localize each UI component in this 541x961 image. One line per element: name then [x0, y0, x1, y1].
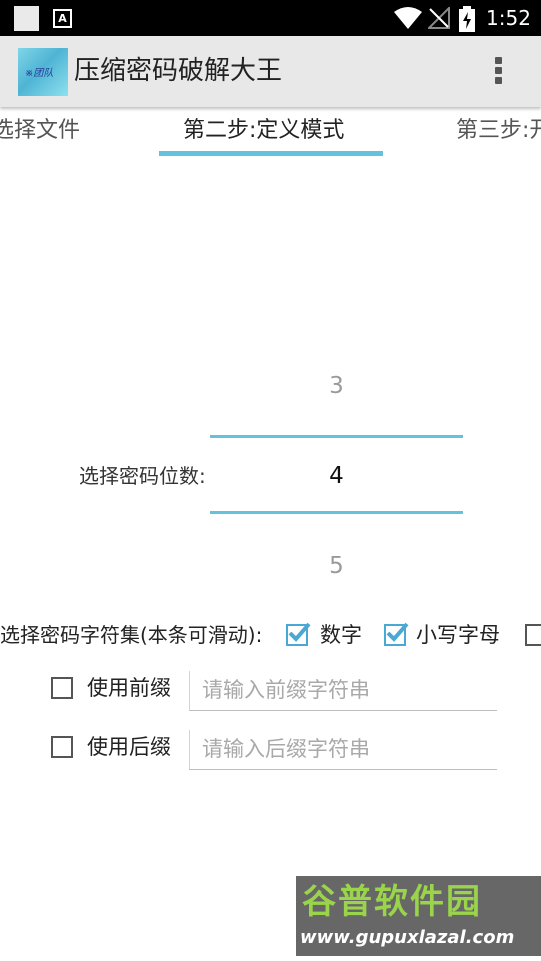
use-suffix-label[interactable]: 使用后缀	[87, 731, 171, 763]
picker-previous-value[interactable]: 3	[210, 368, 463, 404]
prefix-input[interactable]	[202, 673, 492, 707]
app-title: 压缩密码破解大王	[74, 56, 283, 86]
use-suffix-checkbox[interactable]	[51, 736, 73, 758]
app-screen: A 1:52 ※团队 压缩密码破解大王 选择文件 第二步:定义模式 第三步:开 …	[0, 0, 541, 961]
digits-checkbox-label[interactable]: 数字	[320, 619, 362, 651]
digits-checkbox[interactable]	[286, 622, 311, 646]
next-charset-checkbox[interactable]	[525, 624, 541, 646]
use-prefix-label[interactable]: 使用前缀	[87, 672, 171, 704]
prefix-field	[189, 671, 497, 711]
tab-step-three[interactable]: 第三步:开	[456, 114, 541, 148]
charset-label: 选择密码字符集(本条可滑动):	[0, 623, 263, 647]
overflow-menu-icon[interactable]	[488, 55, 508, 89]
tab-selected-indicator	[159, 151, 383, 156]
lowercase-checkbox-label[interactable]: 小写字母	[416, 619, 500, 651]
picker-current-value[interactable]: 4	[210, 458, 463, 494]
suffix-field	[189, 730, 497, 770]
no-signal-icon	[428, 7, 450, 29]
watermark-title: 谷普软件园	[302, 882, 482, 922]
text-a-icon: A	[53, 9, 72, 28]
blank-square-icon	[14, 6, 39, 31]
suffix-input[interactable]	[202, 732, 492, 766]
status-bar: A 1:52	[0, 0, 541, 36]
app-bar: ※团队 压缩密码破解大王	[0, 36, 541, 107]
digits-picker-label: 选择密码位数:	[79, 464, 206, 488]
use-prefix-checkbox[interactable]	[51, 677, 73, 699]
battery-charging-icon	[459, 6, 475, 32]
app-logo-text: ※团队	[25, 68, 54, 79]
site-watermark: 谷普软件园 www.gupuxlazal.com	[296, 876, 541, 956]
checkmark-icon	[288, 622, 311, 642]
tab-select-file[interactable]: 选择文件	[0, 114, 80, 148]
status-time: 1:52	[486, 6, 531, 30]
picker-divider-bottom	[210, 511, 463, 514]
lowercase-checkbox[interactable]	[384, 622, 409, 646]
wifi-icon	[394, 7, 422, 29]
app-logo-icon: ※团队	[18, 48, 68, 96]
tab-define-mode[interactable]: 第二步:定义模式	[183, 114, 344, 148]
watermark-url: www.gupuxlazal.com	[300, 927, 515, 948]
checkmark-icon	[386, 622, 409, 642]
picker-next-value[interactable]: 5	[210, 548, 463, 584]
picker-divider-top	[210, 435, 463, 438]
